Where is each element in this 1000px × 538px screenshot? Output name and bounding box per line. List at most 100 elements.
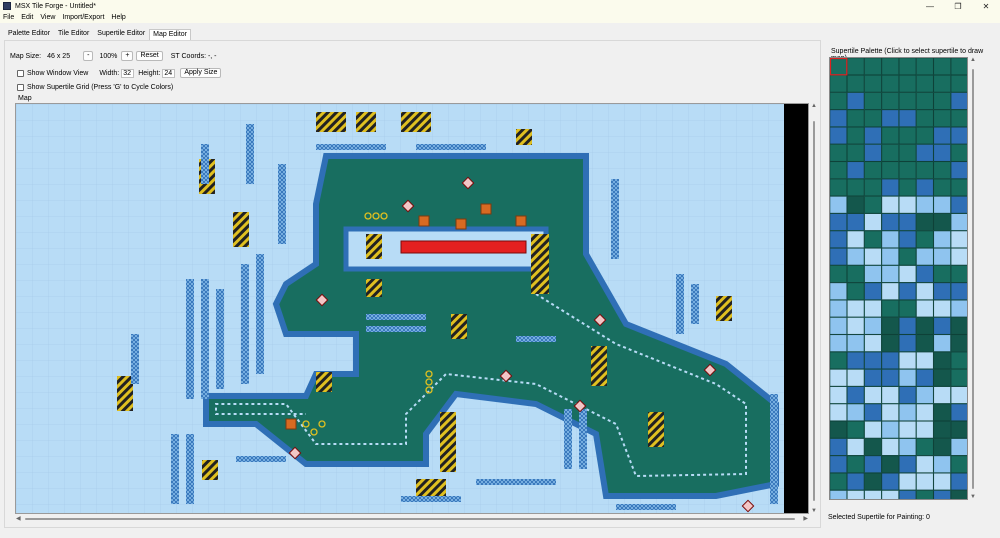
supertile-cell[interactable] xyxy=(830,421,847,439)
maximize-icon[interactable]: ❐ xyxy=(944,0,972,12)
supertile-cell[interactable] xyxy=(916,386,934,404)
supertile-cell[interactable] xyxy=(830,126,847,145)
supertile-cell[interactable] xyxy=(933,109,951,127)
supertile-cell[interactable] xyxy=(916,334,934,352)
supertile-cell[interactable] xyxy=(830,265,847,283)
supertile-cell[interactable] xyxy=(950,178,968,197)
supertile-cell[interactable] xyxy=(864,386,882,404)
supertile-cell[interactable] xyxy=(881,299,899,318)
supertile-cell[interactable] xyxy=(898,265,917,283)
supertile-cell[interactable] xyxy=(933,265,951,283)
supertile-cell[interactable] xyxy=(864,58,882,75)
supertile-cell[interactable] xyxy=(864,161,882,179)
supertile-cell[interactable] xyxy=(830,196,847,214)
supertile-cell[interactable] xyxy=(916,403,934,421)
supertile-cell[interactable] xyxy=(881,472,899,491)
supertile-cell[interactable] xyxy=(933,386,951,404)
supertile-cell[interactable] xyxy=(847,490,865,501)
supertile-cell[interactable] xyxy=(864,248,882,266)
supertile-cell[interactable] xyxy=(881,144,899,162)
horizontal-scroll-thumb[interactable] xyxy=(25,518,795,520)
menu-view[interactable]: View xyxy=(40,14,55,21)
supertile-cell[interactable] xyxy=(933,334,951,352)
supertile-cell[interactable] xyxy=(881,490,899,501)
supertile-cell[interactable] xyxy=(933,144,951,162)
supertile-cell[interactable] xyxy=(916,58,934,75)
supertile-cell[interactable] xyxy=(933,299,951,318)
supertile-cell[interactable] xyxy=(933,75,951,93)
supertile-cell[interactable] xyxy=(864,317,882,335)
supertile-cell[interactable] xyxy=(916,213,934,231)
scroll-right-icon[interactable]: ▶ xyxy=(803,515,808,522)
map-horizontal-scrollbar[interactable]: ◀ ▶ xyxy=(15,515,809,523)
supertile-cell[interactable] xyxy=(950,455,968,473)
supertile-cell[interactable] xyxy=(950,438,968,456)
supertile-cell[interactable] xyxy=(898,75,917,93)
supertile-cell[interactable] xyxy=(916,421,934,439)
supertile-cell[interactable] xyxy=(933,196,951,214)
supertile-cell[interactable] xyxy=(847,92,865,110)
scroll-left-icon[interactable]: ◀ xyxy=(16,515,21,522)
menu-edit[interactable]: Edit xyxy=(21,14,33,21)
zoom-out-button[interactable]: - xyxy=(83,51,94,61)
supertile-cell[interactable] xyxy=(933,403,951,421)
supertile-cell[interactable] xyxy=(847,58,865,75)
supertile-cell[interactable] xyxy=(916,351,934,370)
supertile-cell[interactable] xyxy=(864,126,882,145)
supertile-cell[interactable] xyxy=(881,369,899,387)
supertile-cell[interactable] xyxy=(898,317,917,335)
supertile-cell[interactable] xyxy=(864,351,882,370)
supertile-cell[interactable] xyxy=(864,144,882,162)
supertile-cell[interactable] xyxy=(933,421,951,439)
supertile-cell[interactable] xyxy=(847,317,865,335)
supertile-cell[interactable] xyxy=(864,334,882,352)
supertile-cell[interactable] xyxy=(916,265,934,283)
width-input[interactable]: 32 xyxy=(121,68,135,78)
supertile-cell[interactable] xyxy=(916,317,934,335)
supertile-cell[interactable] xyxy=(916,455,934,473)
supertile-cell[interactable] xyxy=(933,178,951,197)
supertile-cell[interactable] xyxy=(847,282,865,300)
supertile-cell[interactable] xyxy=(830,282,847,300)
supertile-cell[interactable] xyxy=(847,230,865,248)
supertile-cell[interactable] xyxy=(881,351,899,370)
supertile-cell[interactable] xyxy=(950,403,968,421)
supertile-cell[interactable] xyxy=(916,472,934,491)
supertile-cell[interactable] xyxy=(898,178,917,197)
supertile-cell[interactable] xyxy=(933,92,951,110)
supertile-cell[interactable] xyxy=(898,490,917,501)
supertile-cell[interactable] xyxy=(916,230,934,248)
tab-palette-editor[interactable]: Palette Editor xyxy=(4,28,54,40)
supertile-cell[interactable] xyxy=(830,75,847,93)
zoom-in-button[interactable]: + xyxy=(121,51,134,61)
supertile-cell[interactable] xyxy=(881,265,899,283)
supertile-cell[interactable] xyxy=(898,386,917,404)
supertile-cell[interactable] xyxy=(864,196,882,214)
supertile-cell[interactable] xyxy=(847,265,865,283)
supertile-cell[interactable] xyxy=(881,438,899,456)
supertile-cell[interactable] xyxy=(847,178,865,197)
tab-supertile-editor[interactable]: Supertile Editor xyxy=(93,28,149,40)
tab-tile-editor[interactable]: Tile Editor xyxy=(54,28,93,40)
supertile-cell[interactable] xyxy=(916,126,934,145)
supertile-cell[interactable] xyxy=(898,472,917,491)
supertile-cell[interactable] xyxy=(830,351,847,370)
vertical-scroll-thumb[interactable] xyxy=(813,121,815,501)
show-window-view-checkbox[interactable] xyxy=(17,69,24,77)
scroll-down-icon[interactable]: ▼ xyxy=(811,508,817,514)
minimize-icon[interactable]: — xyxy=(916,0,944,12)
supertile-cell[interactable] xyxy=(916,196,934,214)
supertile-cell[interactable] xyxy=(898,58,917,75)
supertile-cell[interactable] xyxy=(830,161,847,179)
supertile-cell[interactable] xyxy=(881,126,899,145)
supertile-cell[interactable] xyxy=(950,144,968,162)
supertile-cell[interactable] xyxy=(847,213,865,231)
supertile-cell[interactable] xyxy=(933,282,951,300)
supertile-cell[interactable] xyxy=(830,144,847,162)
supertile-cell[interactable] xyxy=(864,230,882,248)
supertile-cell[interactable] xyxy=(933,161,951,179)
supertile-cell[interactable] xyxy=(881,317,899,335)
supertile-cell[interactable] xyxy=(898,438,917,456)
supertile-cell[interactable] xyxy=(950,265,968,283)
supertile-cell[interactable] xyxy=(933,438,951,456)
